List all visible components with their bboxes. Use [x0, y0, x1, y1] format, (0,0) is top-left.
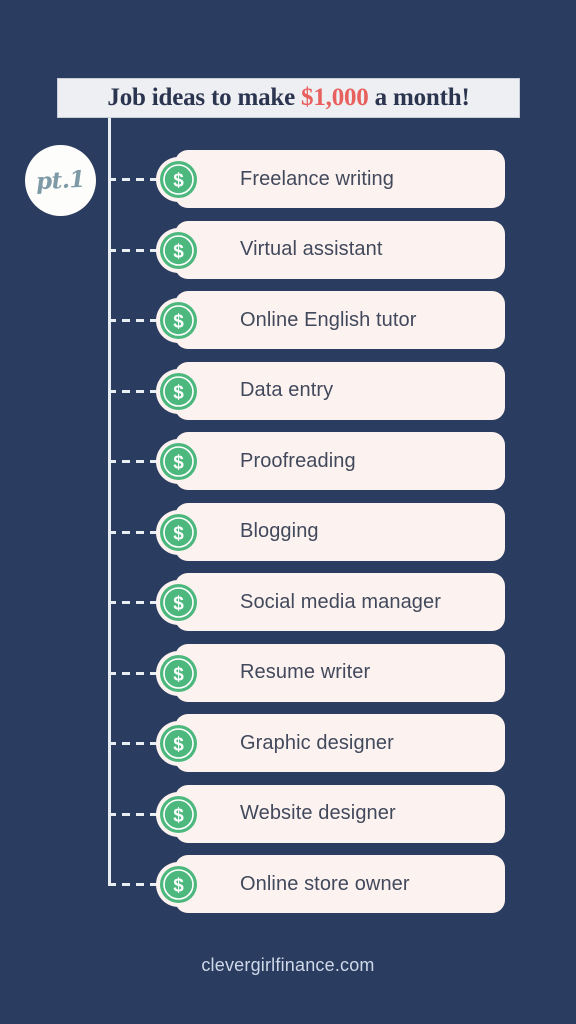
page-title: Job ideas to make $1,000 a month!	[107, 84, 469, 112]
list-item-card[interactable]: Website designer	[175, 784, 505, 843]
svg-text:$: $	[173, 876, 184, 897]
list-item-card[interactable]: Data entry	[175, 361, 505, 420]
svg-text:$: $	[173, 735, 184, 756]
dollar-coin-icon: $	[160, 513, 197, 551]
svg-text:$: $	[173, 523, 184, 544]
list-item-label: Website designer	[240, 802, 396, 824]
list-item-label: Social media manager	[240, 590, 441, 613]
svg-text:$: $	[173, 382, 184, 403]
footer: clevergirlfinance.com	[0, 955, 576, 976]
website-label: clevergirlfinance.com	[201, 955, 375, 975]
dollar-coin-icon: $	[160, 161, 197, 198]
list-item-card[interactable]: Proofreading	[175, 432, 505, 490]
dollar-coin-icon: $	[160, 795, 197, 833]
svg-text:$: $	[173, 241, 184, 262]
dollar-coin-icon: $	[160, 584, 197, 621]
svg-text:$: $	[173, 312, 184, 333]
part-number-label: pt.1	[35, 165, 86, 196]
title-banner: Job ideas to make $1,000 a month!	[57, 78, 520, 118]
dollar-coin-icon: $	[160, 725, 197, 762]
tree-stem-line	[108, 117, 111, 886]
title-suffix: a month!	[368, 84, 470, 111]
list-item-label: Freelance writing	[240, 167, 394, 190]
list-item-card[interactable]: Virtual assistant	[175, 220, 505, 279]
title-amount: $1,000	[301, 84, 369, 111]
list-item-card[interactable]: Online English tutor	[175, 291, 505, 349]
dollar-coin-icon: $	[160, 443, 197, 480]
svg-text:$: $	[173, 594, 184, 615]
dollar-coin-icon: $	[160, 654, 197, 692]
list-item-label: Data entry	[240, 379, 334, 401]
list-item-label: Online English tutor	[240, 308, 417, 331]
dollar-coin-icon: $	[160, 866, 197, 903]
dollar-coin-icon: $	[160, 372, 197, 410]
dollar-coin-icon: $	[160, 231, 197, 269]
list-item-card[interactable]: Blogging	[175, 502, 505, 561]
list-item-label: Online store owner	[240, 872, 410, 895]
svg-text:$: $	[173, 805, 184, 826]
list-item-label: Blogging	[240, 520, 319, 542]
list-item-card[interactable]: Graphic designer	[175, 714, 505, 772]
svg-text:$: $	[173, 453, 184, 474]
list-item-card[interactable]: Freelance writing	[175, 150, 505, 208]
dollar-coin-icon: $	[160, 302, 197, 339]
list-item-card[interactable]: Social media manager	[175, 573, 505, 631]
list-item-label: Graphic designer	[240, 731, 394, 754]
svg-text:$: $	[173, 171, 184, 192]
svg-text:$: $	[173, 664, 184, 685]
list-item-label: Proofreading	[240, 449, 356, 472]
list-item-label: Virtual assistant	[240, 238, 383, 260]
list-item-card[interactable]: Online store owner	[175, 855, 505, 913]
infographic-canvas: Job ideas to make $1,000 a month! pt.1 F…	[0, 0, 576, 1024]
title-prefix: Job ideas to make	[107, 84, 302, 111]
part-number-badge: pt.1	[25, 145, 96, 216]
list-item-label: Resume writer	[240, 661, 371, 683]
list-item-card[interactable]: Resume writer	[175, 643, 505, 702]
